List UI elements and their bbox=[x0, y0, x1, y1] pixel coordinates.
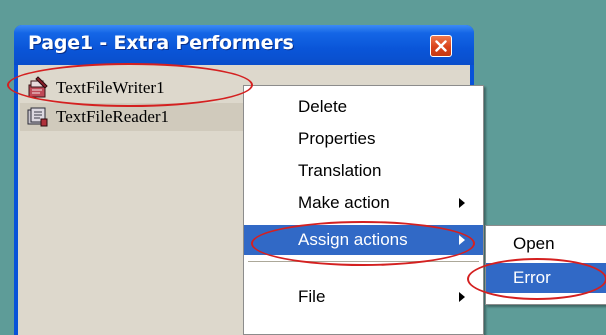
menu-item-assign-actions[interactable]: Assign actions bbox=[244, 225, 483, 255]
assign-actions-submenu: Open Error bbox=[485, 225, 606, 305]
list-item-label: TextFileWriter1 bbox=[56, 78, 165, 97]
menu-item-make-action[interactable]: Make action bbox=[244, 188, 483, 218]
submenu-arrow-icon bbox=[459, 198, 465, 208]
title-bar[interactable]: Page1 - Extra Performers bbox=[14, 25, 474, 65]
menu-item-file[interactable]: File bbox=[244, 282, 483, 312]
submenu-item-label: Error bbox=[513, 268, 551, 287]
submenu-item-label: Open bbox=[513, 234, 555, 253]
menu-item-label: Translation bbox=[298, 161, 382, 180]
menu-item-delete[interactable]: Delete bbox=[244, 92, 483, 122]
window-title: Page1 - Extra Performers bbox=[28, 32, 294, 54]
submenu-arrow-icon bbox=[459, 235, 465, 245]
context-menu: Delete Properties Translation Make actio… bbox=[243, 85, 484, 335]
menu-separator bbox=[248, 261, 479, 262]
submenu-item-error[interactable]: Error bbox=[486, 263, 606, 293]
menu-item-properties[interactable]: Properties bbox=[244, 124, 483, 154]
submenu-item-open[interactable]: Open bbox=[486, 229, 606, 259]
menu-item-label: Properties bbox=[298, 129, 376, 148]
menu-item-label: File bbox=[298, 287, 326, 306]
text-file-writer-icon bbox=[26, 76, 50, 100]
close-icon bbox=[435, 40, 447, 52]
list-item-label: TextFileReader1 bbox=[56, 107, 170, 126]
menu-item-label: Delete bbox=[298, 97, 348, 116]
menu-item-translation[interactable]: Translation bbox=[244, 156, 483, 186]
submenu-arrow-icon bbox=[459, 292, 465, 302]
list-item-textfilewriter[interactable]: TextFileWriter1 bbox=[26, 74, 165, 102]
menu-item-label: Assign actions bbox=[298, 230, 408, 249]
menu-item-label: Make action bbox=[298, 193, 390, 212]
close-button[interactable] bbox=[430, 35, 452, 57]
text-file-reader-icon bbox=[26, 105, 50, 129]
list-item-textfilereader[interactable]: TextFileReader1 bbox=[26, 103, 236, 131]
